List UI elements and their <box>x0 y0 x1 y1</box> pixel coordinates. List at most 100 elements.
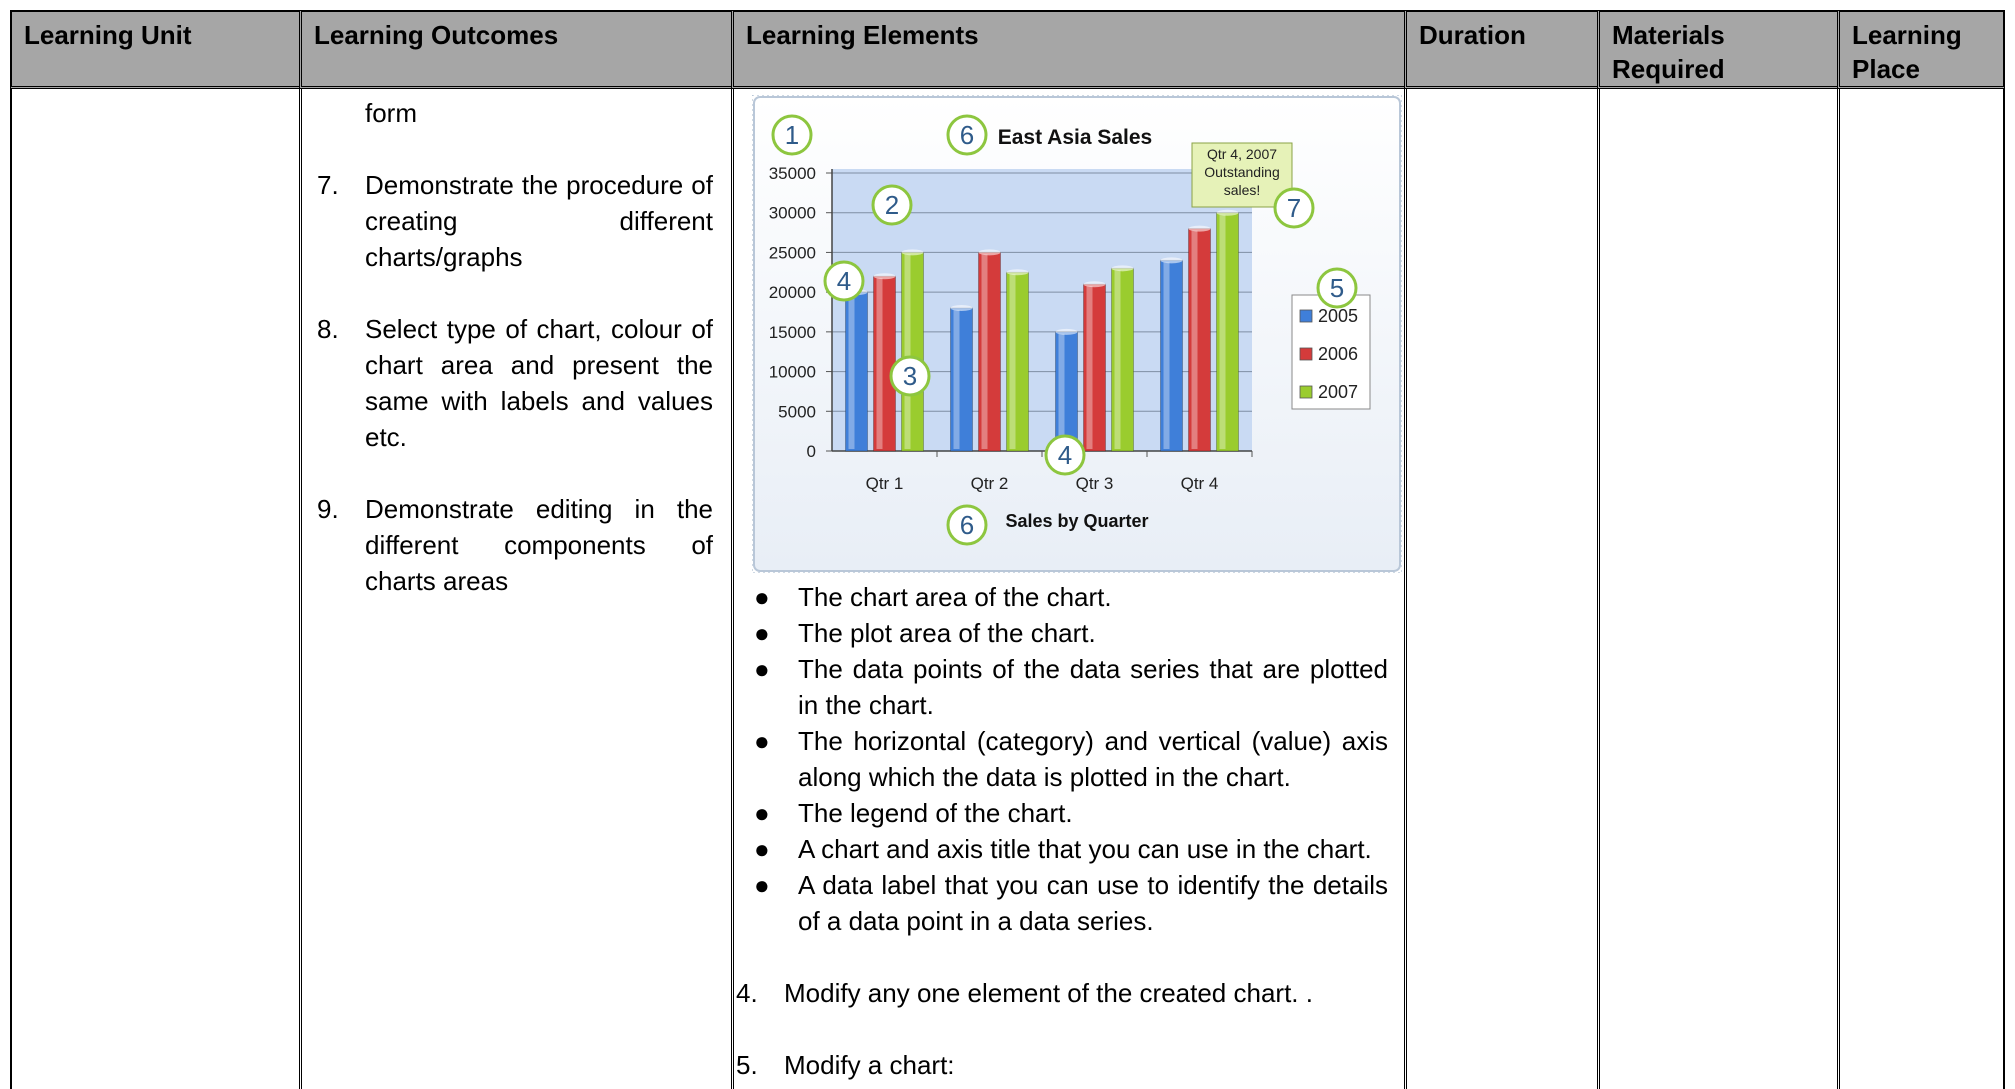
numbered-step: 4. Modify any one element of the created… <box>736 975 1404 1011</box>
bar-highlight <box>1163 262 1170 449</box>
legend-label: 2005 <box>1318 306 1358 326</box>
bullet-icon: ● <box>754 618 770 648</box>
bar-highlight <box>1191 230 1198 449</box>
callout-number: 3 <box>903 361 917 391</box>
y-tick-label: 10000 <box>769 363 816 382</box>
callout-number: 1 <box>785 120 799 150</box>
header-learning-place: Learning Place <box>1837 10 2005 89</box>
bar-highlight <box>876 278 883 449</box>
list-item-text: A chart and axis title that you can use … <box>798 834 1372 864</box>
y-tick-label: 0 <box>807 442 816 461</box>
bar-cap <box>1083 281 1106 288</box>
header-learning-unit: Learning Unit <box>10 10 299 89</box>
bar-cap <box>873 273 896 280</box>
bar-highlight <box>1086 286 1093 449</box>
x-tick-label: Qtr 2 <box>971 474 1009 493</box>
header-row: Learning Unit Learning Outcomes Learning… <box>10 10 2005 89</box>
document-page: Learning Unit Learning Outcomes Learning… <box>0 0 2015 1089</box>
x-axis-title: Sales by Quarter <box>1005 511 1148 531</box>
x-tick-label: Qtr 1 <box>866 474 904 493</box>
outcome-number: 9. <box>317 494 339 524</box>
callout-number: 7 <box>1287 193 1301 223</box>
outcomes-list: form 7. Demonstrate the procedure of cre… <box>302 95 731 599</box>
bar-cap <box>1188 225 1211 232</box>
list-item: ● A chart and axis title that you can use… <box>746 831 1388 867</box>
y-tick-label: 25000 <box>769 243 816 262</box>
chart-title: East Asia Sales <box>998 126 1153 149</box>
list-item-text: The plot area of the chart. <box>798 618 1096 648</box>
x-tick-label: Qtr 3 <box>1076 474 1114 493</box>
list-item: ● The plot area of the chart. <box>746 615 1388 651</box>
chart-figure: 35000 30000 25000 20000 15000 10000 5000 0 Qtr 1… <box>751 94 1403 574</box>
bar-highlight <box>1058 333 1065 449</box>
y-tick-label: 15000 <box>769 323 816 342</box>
outcome-continued-text: form <box>365 98 417 128</box>
legend-label: 2006 <box>1318 344 1358 364</box>
data-label-text: Outstanding <box>1204 164 1280 180</box>
outcome-item: 9. Demonstrate editing in the different … <box>302 491 731 599</box>
learning-elements-cell: 35000 30000 25000 20000 15000 10000 5000 0 Qtr 1… <box>731 89 1404 1089</box>
step-number: 5. <box>736 1050 758 1080</box>
bar-cap <box>1006 269 1029 276</box>
list-item: ● The data points of the data series that… <box>746 651 1388 723</box>
learning-outcomes-cell: form 7. Demonstrate the procedure of cre… <box>299 89 731 1089</box>
y-tick-label: 20000 <box>769 283 816 302</box>
list-item-text: The legend of the chart. <box>798 798 1073 828</box>
list-item-text: A data label that you can use to identif… <box>798 870 1388 936</box>
outcome-text: Select type of chart, colour of chart ar… <box>365 314 713 452</box>
bar-highlight <box>953 310 960 449</box>
bullet-icon: ● <box>754 726 770 756</box>
list-item-text: The data points of the data series that … <box>798 654 1388 720</box>
legend-swatch <box>1299 385 1313 399</box>
data-label-text: sales! <box>1224 182 1261 198</box>
callout-number: 5 <box>1330 273 1344 303</box>
list-item: ● The horizontal (category) and vertical … <box>746 723 1388 795</box>
outcome-number: 8. <box>317 314 339 344</box>
bar-highlight <box>981 254 988 449</box>
header-learning-outcomes: Learning Outcomes <box>299 10 731 89</box>
chart-elements-list: ● The chart area of the chart. ● The plot … <box>734 579 1404 939</box>
list-item: ● A data label that you can use to identi… <box>746 867 1388 939</box>
bullet-icon: ● <box>754 798 770 828</box>
data-label-text: Qtr 4, 2007 <box>1207 146 1277 162</box>
outcome-number: 7. <box>317 170 339 200</box>
legend-label: 2007 <box>1318 382 1358 402</box>
step-number: 4. <box>736 978 758 1008</box>
bar-cap <box>1111 265 1134 272</box>
bar-cap <box>1216 209 1239 216</box>
callout-number: 4 <box>1058 440 1072 470</box>
bar-highlight <box>904 254 911 449</box>
callout-number: 2 <box>885 190 899 220</box>
outcome-text: Demonstrate editing in the different com… <box>365 494 713 596</box>
outcome-item: 7. Demonstrate the procedure of creating… <box>302 167 731 275</box>
callout-number: 4 <box>837 266 851 296</box>
bullet-icon: ● <box>754 834 770 864</box>
duration-cell <box>1404 89 1597 1089</box>
table-row: form 7. Demonstrate the procedure of cre… <box>10 89 2005 1089</box>
bar-cap <box>1160 257 1183 264</box>
header-materials-required: Materials Required <box>1597 10 1837 89</box>
bar-cap <box>901 249 924 256</box>
bar-cap <box>950 305 973 312</box>
bar-highlight <box>848 294 855 449</box>
bar-highlight <box>1114 270 1121 449</box>
legend-swatch <box>1299 309 1313 323</box>
y-tick-label: 30000 <box>769 204 816 223</box>
numbered-step: 5. Modify a chart: <box>736 1047 1404 1083</box>
learning-unit-cell <box>10 89 299 1089</box>
list-item-text: The horizontal (category) and vertical (… <box>798 726 1388 792</box>
legend-swatch <box>1299 347 1313 361</box>
chart-svg: 35000 30000 25000 20000 15000 10000 5000 0 Qtr 1… <box>751 94 1403 574</box>
outcome-item: 8. Select type of chart, colour of chart… <box>302 311 731 455</box>
curriculum-table: Learning Unit Learning Outcomes Learning… <box>10 10 2005 1089</box>
x-tick-label: Qtr 4 <box>1181 474 1219 493</box>
bullet-icon: ● <box>754 582 770 612</box>
list-item: ● The chart area of the chart. <box>746 579 1388 615</box>
y-tick-label: 35000 <box>769 164 816 183</box>
list-item-text: The chart area of the chart. <box>798 582 1112 612</box>
step-text: Modify any one element of the created ch… <box>784 978 1313 1008</box>
outcome-text: Demonstrate the procedure of creating di… <box>365 170 713 272</box>
learning-place-cell <box>1837 89 2005 1089</box>
bar-cap <box>1055 328 1078 335</box>
callout-number: 6 <box>960 120 974 150</box>
